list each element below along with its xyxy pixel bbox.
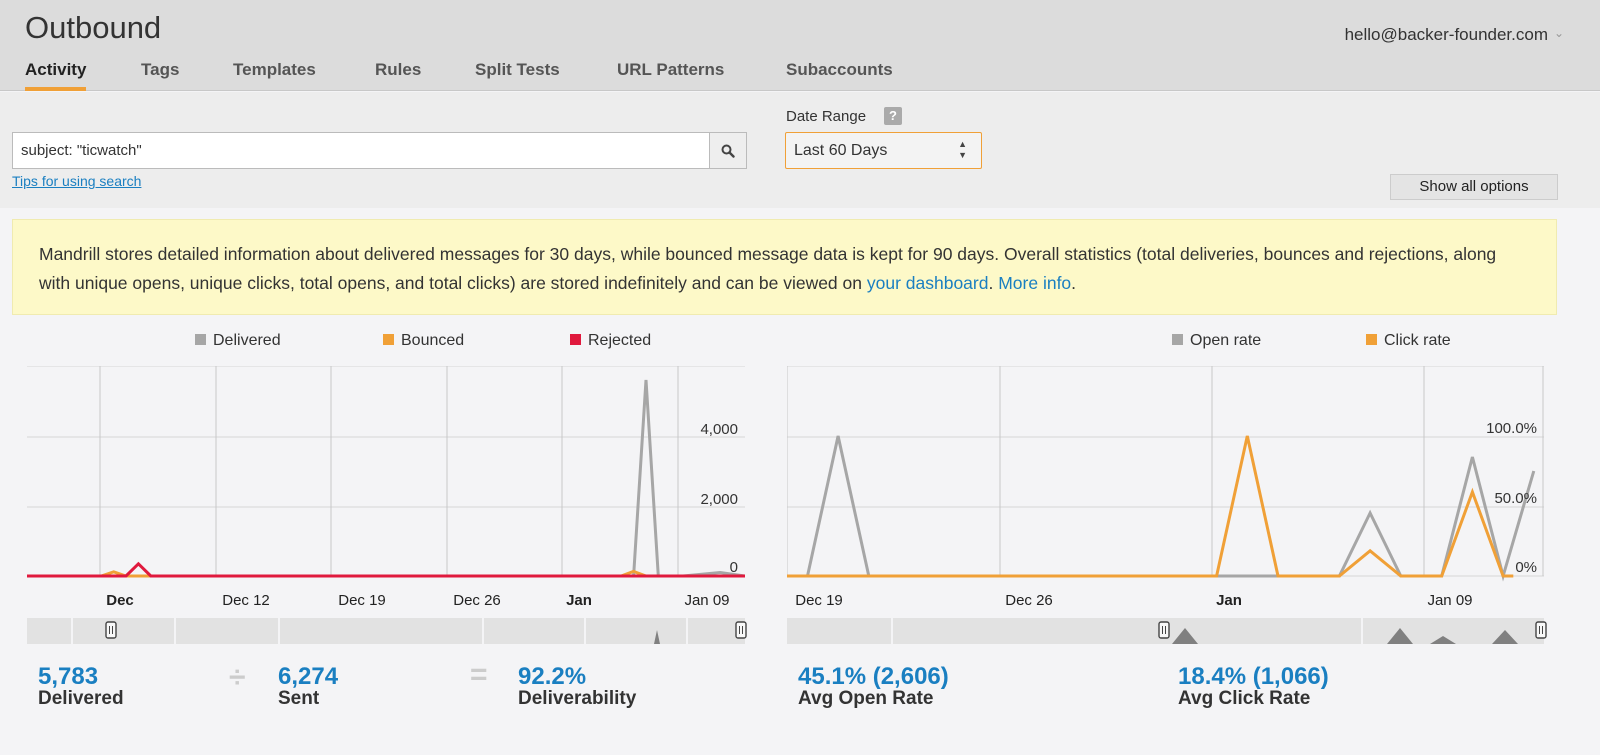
x-tick-label: Jan 09: [1427, 592, 1472, 609]
navigator-handle[interactable]: [1535, 621, 1547, 639]
tab-activity[interactable]: Activity: [25, 60, 87, 91]
x-tick-label: Jan: [1216, 592, 1242, 609]
y-tick-label: 0%: [1515, 559, 1537, 576]
legend-swatch: [570, 334, 581, 345]
notice-text: Mandrill stores detailed information abo…: [39, 244, 1497, 293]
show-all-options-button[interactable]: Show all options: [1390, 174, 1558, 200]
handle-grip: [1158, 621, 1170, 639]
series-line-delivered: [27, 379, 745, 578]
legend-label: Bounced: [401, 332, 465, 349]
search-icon: [721, 144, 735, 158]
date-range-label: Date Range: [786, 108, 867, 125]
click-rate-label: Avg Click Rate: [1178, 688, 1311, 709]
handle-grip: [735, 621, 747, 639]
navigator-track: [27, 618, 745, 644]
sent-count: 6,274: [278, 663, 339, 690]
x-tick-label: Jan 09: [684, 592, 729, 609]
navigator-handle[interactable]: [1158, 621, 1170, 639]
legend-swatch: [383, 334, 394, 345]
tab-tags[interactable]: Tags: [141, 60, 179, 91]
engagement-chart: 0% 50.0% 100.0% Dec 19 Dec 26 Jan Jan 09: [787, 366, 1544, 609]
equals-sign: =: [470, 658, 488, 691]
x-tick-label: Jan: [566, 592, 592, 609]
legend-label: Open rate: [1190, 332, 1262, 349]
x-tick-label: Dec 12: [222, 592, 270, 609]
legend-label: Click rate: [1384, 332, 1451, 349]
chevron-down-icon[interactable]: ⌄: [1554, 26, 1564, 40]
y-tick-label: 0: [730, 559, 738, 576]
legend-swatch: [1366, 334, 1377, 345]
search-button[interactable]: [709, 133, 746, 168]
date-range-select[interactable]: Last 60 Days ▲ ▼: [785, 132, 982, 169]
notice-end: .: [1071, 273, 1077, 293]
search-box: [12, 132, 747, 169]
account-menu[interactable]: hello@backer-founder.com: [1345, 25, 1548, 45]
y-tick-label: 50.0%: [1494, 490, 1537, 507]
engagement-navigator[interactable]: [787, 618, 1547, 644]
legend-open-rate[interactable]: Open rate: [1172, 332, 1261, 350]
tab-split-tests[interactable]: Split Tests: [475, 60, 560, 91]
x-tick-label: Dec 19: [795, 592, 843, 609]
dashboard-link[interactable]: your dashboard: [867, 273, 989, 293]
deliverability-label: Deliverability: [518, 688, 637, 709]
y-tick-label: 2,000: [700, 491, 738, 508]
header: Outbound hello@backer-founder.com ⌄ Acti…: [0, 0, 1600, 91]
sent-label: Sent: [278, 688, 320, 709]
notice-separator: .: [988, 273, 999, 293]
series-line-click-rate: [787, 435, 1514, 578]
delivery-navigator[interactable]: [27, 618, 747, 644]
deliverability-value: 92.2%: [518, 663, 587, 690]
retention-notice: Mandrill stores detailed information abo…: [12, 219, 1557, 315]
legend-swatch: [195, 334, 206, 345]
more-info-link[interactable]: More info: [998, 273, 1071, 293]
tab-subaccounts[interactable]: Subaccounts: [786, 60, 893, 91]
tab-url-patterns[interactable]: URL Patterns: [617, 60, 724, 91]
search-input[interactable]: [13, 133, 710, 168]
legend-delivered[interactable]: Delivered: [195, 332, 281, 350]
series-line-open-rate: [787, 435, 1536, 582]
handle-grip: [1535, 621, 1547, 639]
y-tick-label: 4,000: [700, 421, 738, 438]
y-tick-label: 100.0%: [1486, 420, 1537, 437]
legend-swatch: [1172, 334, 1183, 345]
navigator-handle[interactable]: [105, 621, 117, 639]
x-tick-label: Dec 26: [453, 592, 501, 609]
click-rate-value: 18.4% (1,066): [1178, 663, 1329, 690]
handle-grip: [105, 621, 117, 639]
select-arrows-icon: ▲ ▼: [958, 139, 967, 160]
divide-sign: ÷: [229, 661, 246, 694]
app-title: Outbound: [25, 10, 162, 45]
tab-templates[interactable]: Templates: [233, 60, 316, 91]
delivery-chart: 0 2,000 4,000 Dec Dec 12 Dec 19 Dec 26 Jan Jan 0…: [27, 366, 745, 609]
legend-label: Rejected: [588, 332, 652, 349]
delivered-count: 5,783: [38, 663, 99, 690]
legend-click-rate[interactable]: Click rate: [1366, 332, 1451, 350]
open-rate-value: 45.1% (2,606): [798, 663, 949, 690]
x-tick-label: Dec 19: [338, 592, 386, 609]
legend-bounced[interactable]: Bounced: [383, 332, 464, 350]
navigator-handle[interactable]: [735, 621, 747, 639]
date-range-value: Last 60 Days: [794, 142, 888, 159]
legend-label: Delivered: [213, 332, 281, 349]
help-icon[interactable]: ?: [884, 107, 902, 125]
legend-rejected[interactable]: Rejected: [570, 332, 651, 350]
open-rate-label: Avg Open Rate: [798, 688, 934, 709]
tab-rules[interactable]: Rules: [375, 60, 421, 91]
delivered-label: Delivered: [38, 688, 124, 709]
search-tips-link[interactable]: Tips for using search: [12, 173, 141, 189]
x-tick-label: Dec: [106, 592, 134, 609]
x-tick-label: Dec 26: [1005, 592, 1053, 609]
